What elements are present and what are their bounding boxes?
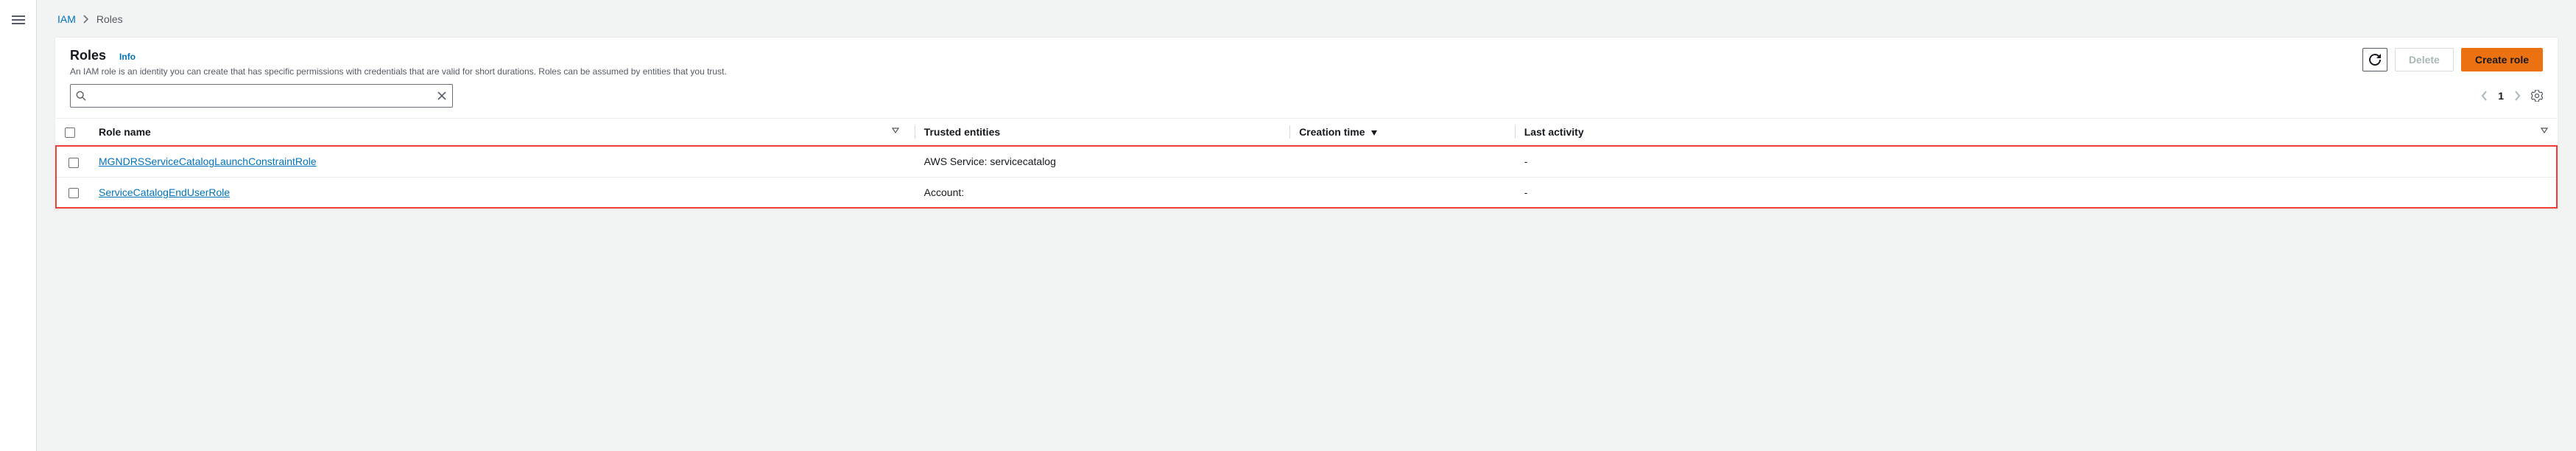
settings-button[interactable] xyxy=(2531,90,2543,102)
delete-button: Delete xyxy=(2395,48,2454,71)
search-box xyxy=(70,84,453,108)
table-row: ServiceCatalogEndUserRole Account: - xyxy=(56,177,2557,208)
column-trusted-entities[interactable]: Trusted entities xyxy=(915,119,1290,147)
checkbox-icon xyxy=(65,127,75,138)
last-activity-cell: - xyxy=(1516,177,2557,208)
roles-panel: Roles Info An IAM role is an identity yo… xyxy=(54,37,2558,209)
column-last-activity[interactable]: Last activity xyxy=(1516,119,2557,147)
row-checkbox[interactable] xyxy=(68,188,79,198)
creation-time-cell xyxy=(1290,146,1516,177)
gear-icon xyxy=(2531,90,2543,102)
hamburger-icon xyxy=(12,13,25,27)
create-role-button[interactable]: Create role xyxy=(2461,48,2543,71)
trusted-entities-cell: Account: xyxy=(915,177,1290,208)
column-label: Trusted entities xyxy=(924,126,1000,138)
breadcrumb: IAM Roles xyxy=(54,13,2558,25)
sort-desc-icon xyxy=(1370,129,1378,136)
pagination: 1 xyxy=(2481,90,2543,102)
role-name-link[interactable]: MGNDRSServiceCatalogLaunchConstraintRole xyxy=(99,155,317,167)
chevron-right-icon xyxy=(83,15,89,24)
table-header-row: Role name Trusted entities Creation time xyxy=(56,119,2557,147)
page-number: 1 xyxy=(2498,90,2504,102)
refresh-button[interactable] xyxy=(2362,48,2387,71)
select-all-header[interactable] xyxy=(56,119,90,147)
info-link[interactable]: Info xyxy=(119,52,136,62)
column-label: Last activity xyxy=(1524,126,1584,138)
prev-page-button xyxy=(2481,91,2488,101)
clear-search-button[interactable] xyxy=(437,91,447,101)
last-activity-cell: - xyxy=(1516,146,2557,177)
column-creation-time[interactable]: Creation time xyxy=(1290,119,1516,147)
close-icon xyxy=(437,91,447,101)
next-page-button xyxy=(2514,91,2521,101)
breadcrumb-current: Roles xyxy=(96,13,123,25)
chevron-left-icon xyxy=(2481,91,2488,101)
creation-time-cell xyxy=(1290,177,1516,208)
roles-table: Role name Trusted entities Creation time xyxy=(55,118,2558,209)
row-checkbox[interactable] xyxy=(68,158,79,168)
trusted-entities-cell: AWS Service: servicecatalog xyxy=(915,146,1290,177)
sidebar-toggle[interactable] xyxy=(0,0,37,451)
search-input[interactable] xyxy=(70,84,453,108)
breadcrumb-root[interactable]: IAM xyxy=(57,13,76,25)
table-row: MGNDRSServiceCatalogLaunchConstraintRole… xyxy=(56,146,2557,177)
chevron-right-icon xyxy=(2514,91,2521,101)
page-description: An IAM role is an identity you can creat… xyxy=(70,66,727,77)
refresh-icon xyxy=(2369,54,2381,66)
sort-icon xyxy=(892,126,899,133)
column-label: Creation time xyxy=(1299,126,1365,138)
role-name-link[interactable]: ServiceCatalogEndUserRole xyxy=(99,186,230,198)
column-label: Role name xyxy=(99,126,151,138)
sort-icon xyxy=(2541,126,2548,133)
column-role-name[interactable]: Role name xyxy=(90,119,915,147)
page-title: Roles xyxy=(70,48,106,63)
